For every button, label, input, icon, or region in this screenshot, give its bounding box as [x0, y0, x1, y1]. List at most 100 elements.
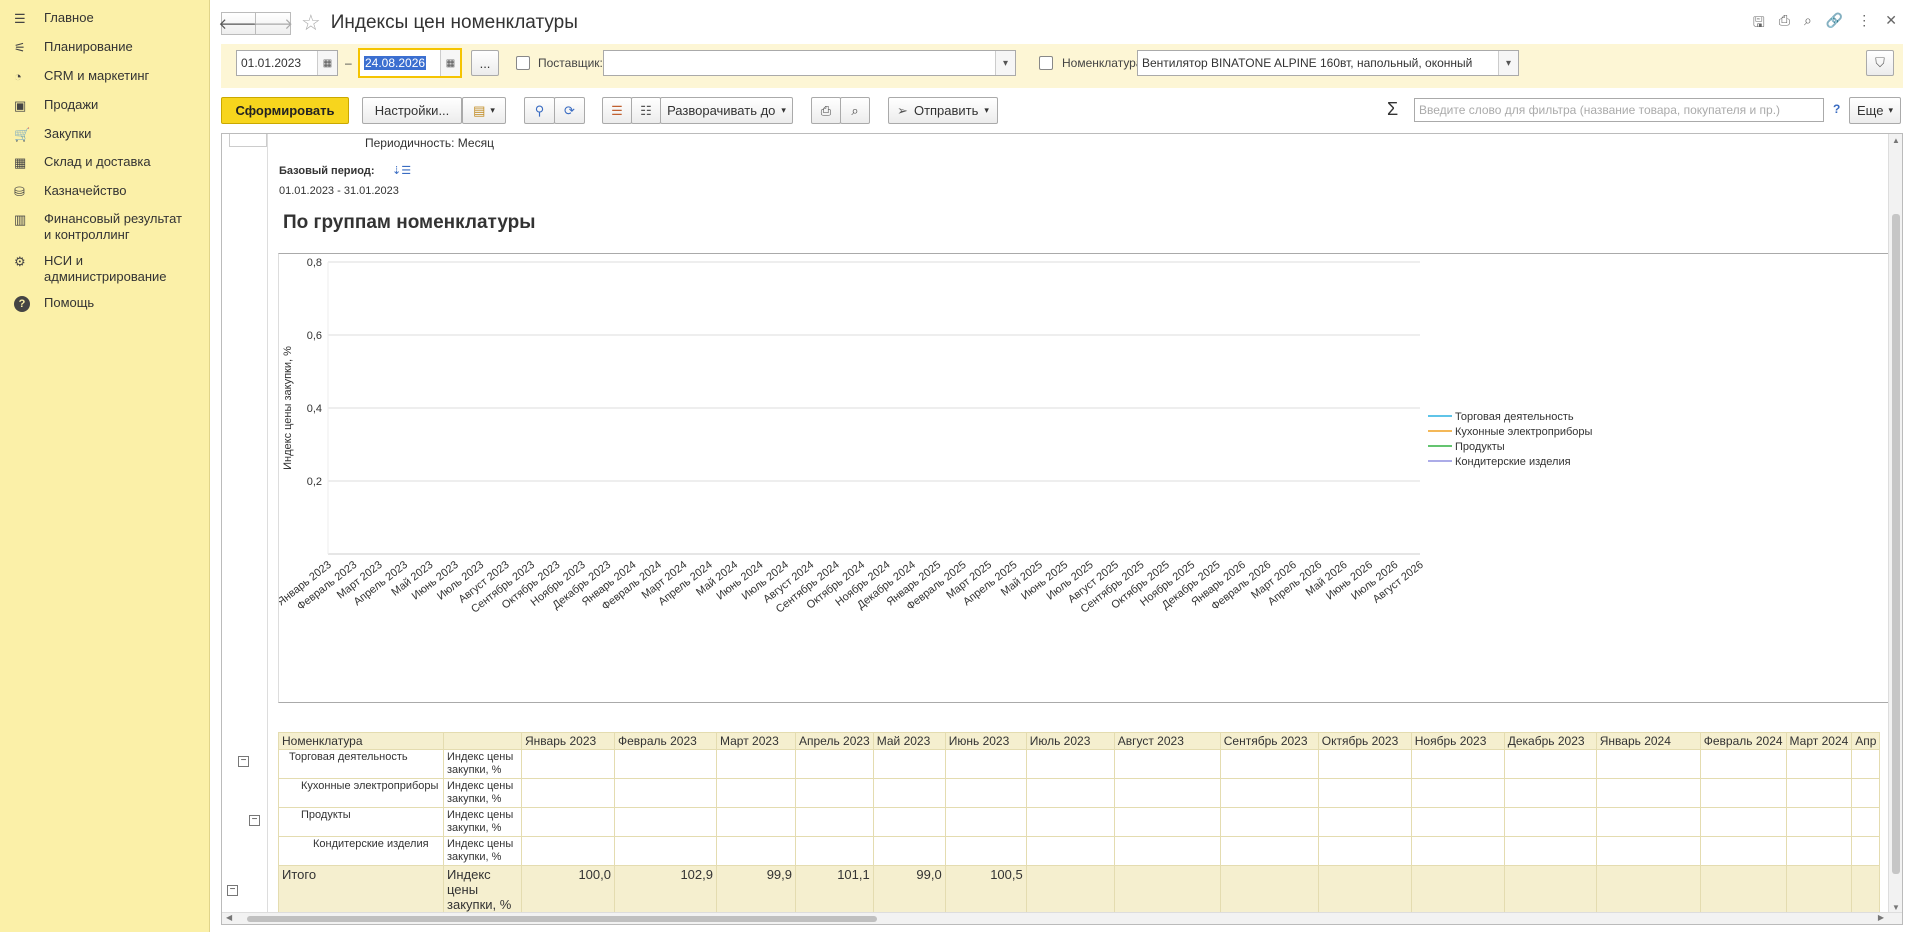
table-cell — [521, 778, 615, 808]
column-header-month: Май 2023 — [872, 732, 946, 750]
sidebar-item-0[interactable]: ☰ Главное — [0, 10, 200, 27]
expand-to-button[interactable]: Разворачивать до ▾ — [660, 97, 793, 124]
table-row[interactable]: Торговая деятельность Индекс цены закупки… — [278, 749, 1881, 779]
table-cell — [1851, 749, 1881, 779]
table-cell — [1785, 836, 1853, 866]
filter-search-input[interactable]: Введите слово для фильтра (название това… — [1414, 98, 1824, 122]
filter-button[interactable]: ⛉ — [1866, 50, 1894, 76]
table-cell — [1595, 807, 1701, 837]
supplier-checkbox[interactable] — [516, 56, 530, 70]
column-header-month: Июнь 2023 — [944, 732, 1027, 750]
table-cell — [795, 778, 874, 808]
price-index-chart: 0,20,40,60,8Индекс цены закупки, %Январь… — [275, 257, 1593, 616]
generate-button[interactable]: Сформировать — [221, 97, 349, 124]
supplier-field[interactable]: ▾ — [603, 50, 1016, 76]
horizontal-scroll-thumb[interactable] — [247, 916, 877, 922]
column-header-month: Октябрь 2023 — [1317, 732, 1412, 750]
sidebar-item-5[interactable]: ▦ Склад и доставка — [0, 154, 200, 171]
print-icon: ⎙ — [820, 102, 832, 118]
horizontal-scrollbar[interactable]: ◀ ▶ — [222, 912, 1902, 924]
sidebar-item-label: Закупки — [44, 126, 92, 141]
table-cell — [1785, 807, 1853, 837]
table-cell — [716, 807, 796, 837]
chevron-down-icon[interactable]: ▾ — [995, 51, 1015, 75]
sidebar-item-6[interactable]: ⛁ Казначейство — [0, 183, 200, 200]
scroll-right-icon[interactable]: ▶ — [1878, 913, 1884, 922]
vertical-scroll-thumb[interactable] — [1892, 214, 1900, 874]
table-row[interactable]: Продукты Индекс цены закупки, % — [278, 807, 1881, 837]
variant-button[interactable]: ▤ ▾ — [462, 97, 506, 124]
close-icon[interactable]: ✕ — [1885, 12, 1897, 36]
calendar-icon[interactable]: ▦ — [440, 50, 460, 76]
period-select-button[interactable]: ... — [471, 50, 499, 76]
link-icon[interactable]: 🔗 — [1826, 12, 1843, 36]
search-refresh-button[interactable]: ⟳ — [554, 97, 585, 124]
chart-icon: ▥ — [14, 212, 27, 227]
table-row[interactable]: Кухонные электроприборы Индекс цены закуп… — [278, 778, 1881, 808]
row-name: Кухонные электроприборы — [278, 778, 444, 808]
window-icons: 🖫 ⎙ ⌕ 🔗 ⋮ ✕ — [1753, 12, 1897, 36]
sidebar-item-3[interactable]: ▣ Продажи — [0, 97, 200, 114]
sum-icon[interactable]: Σ — [1387, 99, 1398, 120]
preview-icon[interactable]: ⌕ — [1804, 12, 1812, 36]
legend-label: Торговая деятельность — [1455, 411, 1574, 423]
column-header-month: Февраль 2023 — [614, 732, 717, 750]
scroll-down-icon[interactable]: ▼ — [1892, 903, 1900, 912]
nomenclature-checkbox[interactable] — [1039, 56, 1053, 70]
scroll-left-icon[interactable]: ◀ — [226, 913, 232, 922]
title-bar: 🡐 🡒 ☆ Индексы цен номенклатуры — [218, 10, 578, 36]
menu-icon: ☰ — [14, 11, 26, 26]
more-vertical-icon[interactable]: ⋮ — [1857, 12, 1871, 36]
legend-label: Кухонные электроприборы — [1455, 426, 1593, 438]
group-expand-button[interactable]: ☷ — [631, 97, 661, 124]
table-cell — [1317, 807, 1412, 837]
collapse-group-icon[interactable]: − — [249, 815, 260, 826]
print-preview-button[interactable]: ⌕ — [840, 97, 870, 124]
group-collapse-button[interactable]: ☰ — [602, 97, 632, 124]
params-bar: 01.01.2023 ▦ – 24.08.2026 ▦ ... Поставщи… — [221, 44, 1903, 88]
sidebar-item-8[interactable]: ⚙ НСИ и администрирование — [0, 253, 200, 285]
chevron-down-icon[interactable]: ▾ — [1498, 51, 1518, 75]
table-cell — [944, 749, 1027, 779]
print-button[interactable]: ⎙ — [811, 97, 841, 124]
sidebar-item-1[interactable]: ⚟ Планирование — [0, 39, 200, 56]
favorite-star-icon[interactable]: ☆ — [301, 12, 321, 34]
table-cell — [1317, 749, 1412, 779]
more-button[interactable]: Еще ▾ — [1849, 97, 1901, 124]
scroll-up-icon[interactable]: ▲ — [1892, 136, 1900, 145]
collapse-group-icon[interactable]: − — [238, 756, 249, 767]
table-cell — [1503, 807, 1597, 837]
table-total-row[interactable]: Итого Индекс цены закупки, % 100,0 102,9 99,… — [278, 865, 1881, 916]
chevron-down-icon: ▾ — [1888, 105, 1893, 115]
table-cell — [872, 778, 946, 808]
sort-icon[interactable]: ⇣☰ — [392, 164, 411, 177]
report-document[interactable]: Периодичность: Месяц Базовый период: ⇣☰ … — [221, 133, 1903, 925]
sidebar-item-7[interactable]: ▥ Финансовый результат и контроллинг — [0, 211, 200, 243]
vertical-scrollbar[interactable]: ▲ ▼ — [1888, 134, 1902, 914]
supplier-label: Поставщик: — [538, 56, 603, 70]
table-cell — [1595, 749, 1701, 779]
nomenclature-field[interactable]: Вентилятор BINATONE ALPINE 160вт, наполь… — [1137, 50, 1519, 76]
column-header-month: Ноябрь 2023 — [1410, 732, 1505, 750]
sidebar-item-4[interactable]: 🛒 Закупки — [0, 126, 200, 143]
calendar-icon[interactable]: ▦ — [317, 51, 337, 75]
date-from-field[interactable]: 01.01.2023 ▦ — [236, 50, 338, 76]
table-cell — [1219, 778, 1319, 808]
collapse-total-icon[interactable]: − — [227, 885, 238, 896]
table-row[interactable]: Кондитерские изделия Индекс цены закупки,… — [278, 836, 1881, 866]
forward-button[interactable]: 🡒 — [253, 11, 293, 35]
date-to-field[interactable]: 24.08.2026 ▦ — [358, 48, 462, 78]
send-button[interactable]: ➢ Отправить ▾ — [888, 97, 998, 124]
save-icon[interactable]: 🖫 — [1753, 12, 1765, 36]
settings-button[interactable]: Настройки... — [362, 97, 462, 124]
print-icon[interactable]: ⎙ — [1779, 12, 1790, 36]
sidebar-item-2[interactable]: ◔ CRM и маркетинг — [0, 68, 200, 85]
search-button[interactable]: ⚲ — [524, 97, 555, 124]
generate-label: Сформировать — [235, 103, 335, 118]
table-cell — [795, 807, 874, 837]
sidebar-item-9[interactable]: ? Помощь — [0, 295, 200, 312]
table-cell — [1699, 778, 1787, 808]
back-button[interactable]: 🡐 — [218, 11, 259, 35]
total-value — [1595, 865, 1701, 916]
help-button[interactable]: ? — [1833, 102, 1840, 116]
